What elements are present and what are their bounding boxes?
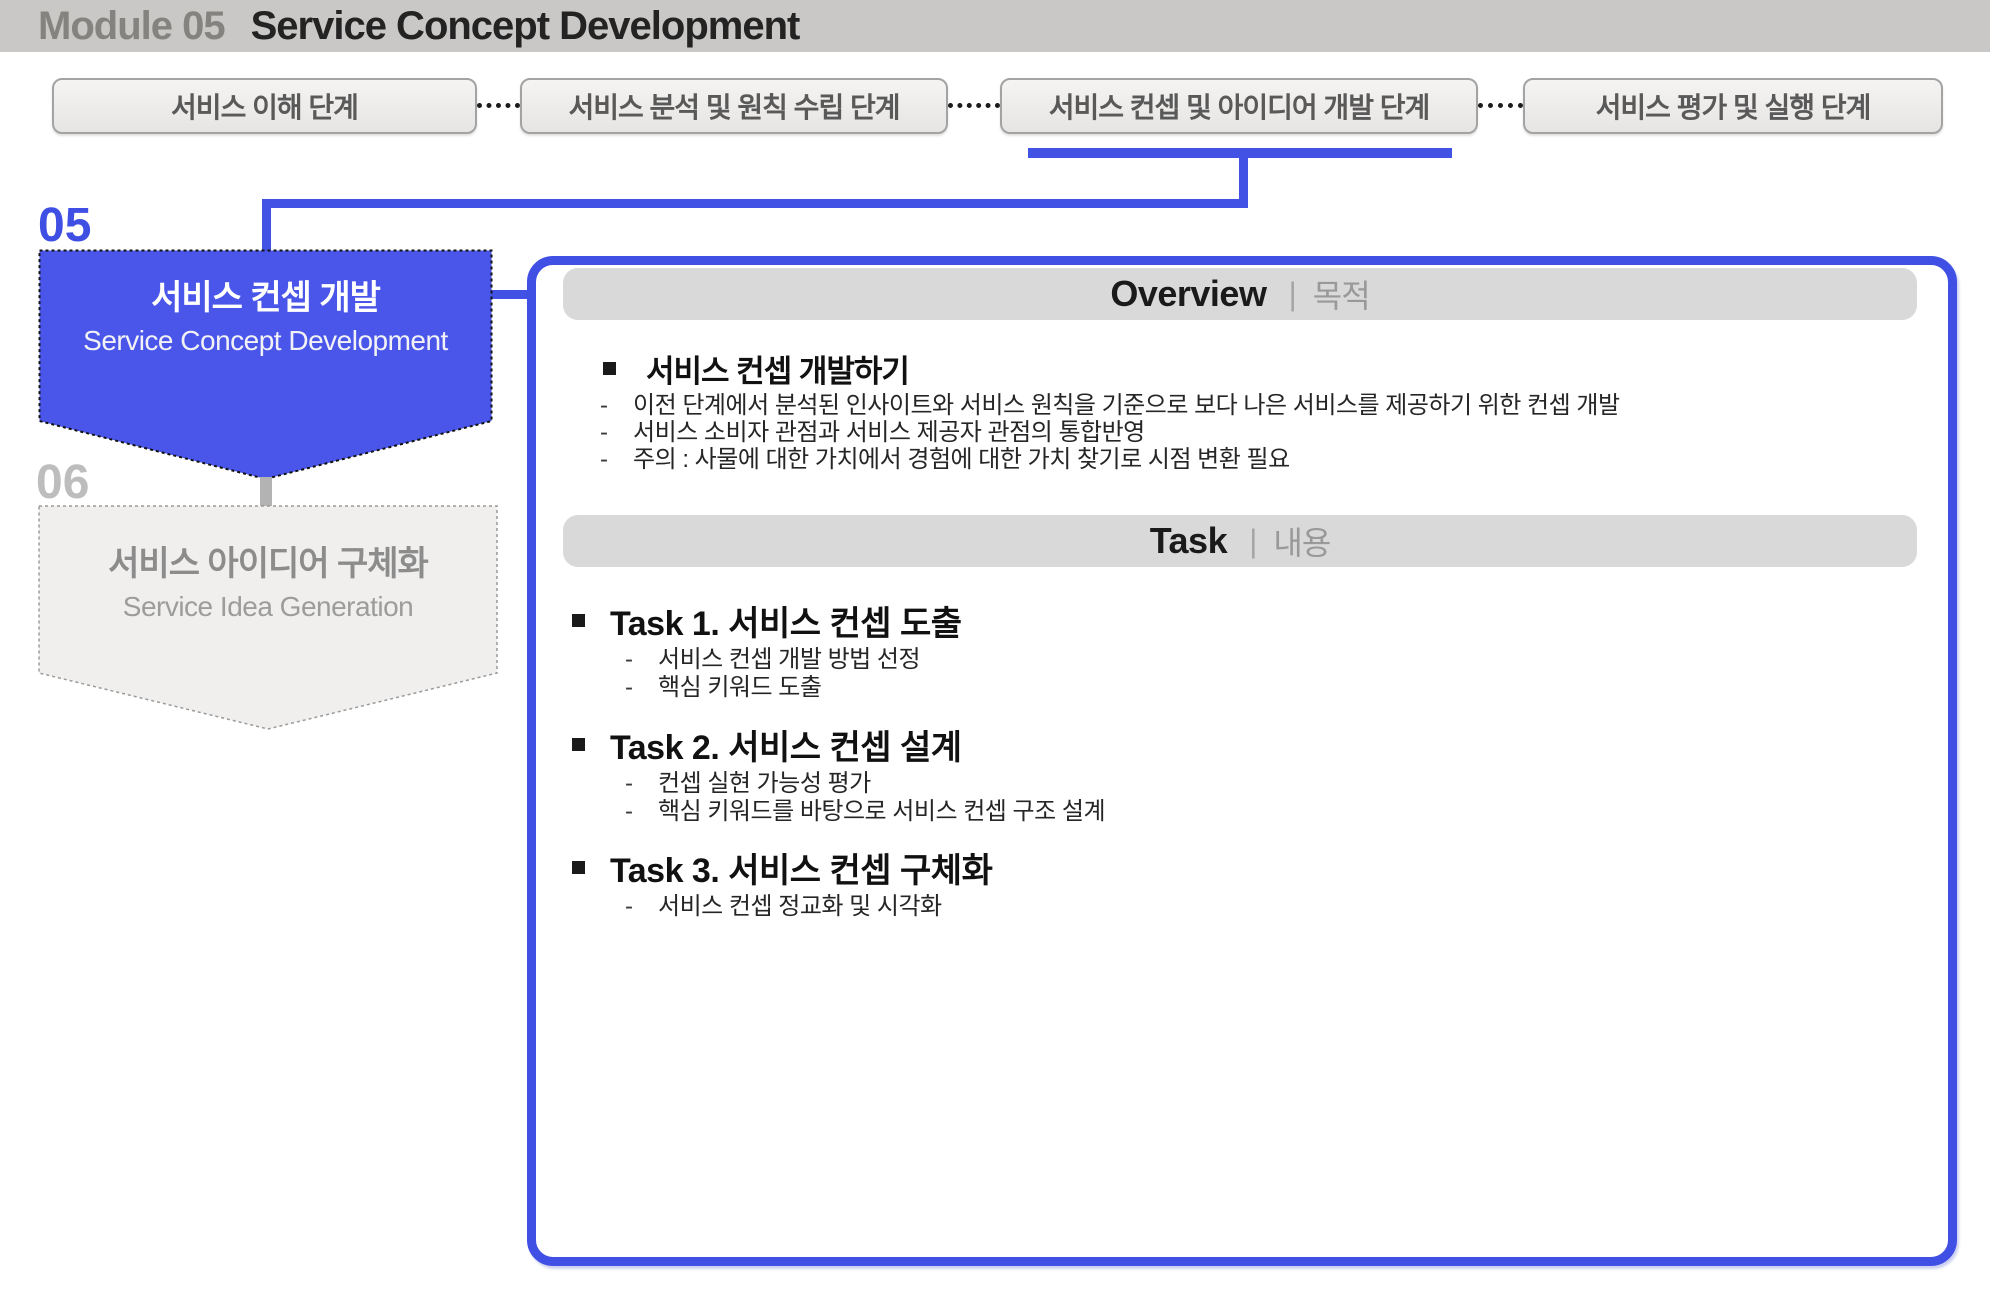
stage-tab-label: 서비스 이해 단계 — [171, 92, 359, 123]
task-1-item-list: - 서비스 컨셉 개발 방법 선정 - 핵심 키워드 도출 — [625, 646, 1825, 702]
overview-item-text: 주의 : 사물에 대한 가치에서 경험에 대한 가치 찾기로 시점 변환 필요 — [633, 446, 1290, 473]
dotted-connector — [948, 103, 1000, 108]
dash-marker: - — [625, 646, 633, 673]
module-06-banner: 서비스 아이디어 구체화 Service Idea Generation — [38, 536, 498, 623]
dotted-connector — [1478, 103, 1523, 108]
task-subheading: 내용 — [1273, 525, 1331, 561]
task-item-text: 핵심 키워드 도출 — [658, 674, 822, 701]
task-2-title: Task 2. 서비스 컨셉 설계 — [610, 729, 962, 767]
overview-heading: Overview — [1110, 273, 1267, 314]
overview-item: - 이전 단계에서 분석된 인사이트와 서비스 원칙을 기준으로 보다 나은 서… — [600, 392, 1900, 419]
slide: Module 05 Service Concept Development 서비… — [0, 0, 1990, 1309]
overview-item: - 서비스 소비자 관점과 서비스 제공자 관점의 통합반영 — [600, 419, 1900, 446]
dash-marker: - — [625, 770, 633, 797]
task-1-title: Task 1. 서비스 컨셉 도출 — [610, 605, 962, 643]
module-number-label: Module 05 — [38, 3, 226, 48]
task-item: - 핵심 키워드를 바탕으로 서비스 컨셉 구조 설계 — [625, 798, 1825, 826]
task-2-item-list: - 컨셉 실현 가능성 평가 - 핵심 키워드를 바탕으로 서비스 컨셉 구조 … — [625, 770, 1825, 826]
dash-marker: - — [600, 446, 608, 473]
stage-tab-evaluation: 서비스 평가 및 실행 단계 — [1523, 78, 1943, 134]
stage-tab-analysis: 서비스 분석 및 원칙 수립 단계 — [520, 78, 948, 134]
task-3-title: Task 3. 서비스 컨셉 구체화 — [610, 852, 993, 890]
dash-marker: - — [600, 419, 608, 446]
task-item: - 서비스 컨셉 개발 방법 선정 — [625, 646, 1825, 674]
page-title: Service Concept Development — [250, 3, 801, 48]
module-06-title-ko: 서비스 아이디어 구체화 — [108, 545, 429, 583]
task-section-bar: Task | 내용 — [563, 515, 1917, 567]
task-2-heading-row: Task 2. 서비스 컨셉 설계 — [572, 720, 962, 769]
overview-bullet-title: 서비스 컨셉 개발하기 — [646, 354, 910, 389]
task-item: - 서비스 컨셉 정교화 및 시각화 — [625, 893, 1825, 921]
overview-subheading: 목적 — [1312, 278, 1371, 314]
dash-marker: - — [625, 893, 633, 920]
task-item-text: 서비스 컨셉 개발 방법 선정 — [658, 646, 921, 673]
square-bullet-icon — [572, 614, 585, 627]
overview-section-bar: Overview | 목적 — [563, 268, 1917, 320]
dash-marker: - — [625, 798, 633, 825]
module-06-title-en: Service Idea Generation — [122, 591, 414, 622]
dash-marker: - — [625, 674, 633, 701]
task-item-text: 컨셉 실현 가능성 평가 — [658, 770, 871, 797]
connector-vertical — [262, 206, 271, 252]
module-05-title-en: Service Concept Development — [83, 325, 448, 356]
task-heading: Task — [1149, 520, 1228, 561]
stage-tab-concept-active: 서비스 컨셉 및 아이디어 개발 단계 — [1000, 78, 1478, 134]
connector-horizontal — [262, 199, 1248, 208]
overview-bullet-row: 서비스 컨셉 개발하기 — [603, 346, 910, 391]
task-3-item-list: - 서비스 컨셉 정교화 및 시각화 — [625, 893, 1825, 921]
module-05-banner: 서비스 컨셉 개발 Service Concept Development — [38, 270, 493, 357]
task-1-heading-row: Task 1. 서비스 컨셉 도출 — [572, 596, 962, 645]
stage-tab-label: 서비스 컨셉 및 아이디어 개발 단계 — [1048, 92, 1431, 123]
heading-divider: | — [1249, 522, 1258, 559]
module-06-number: 06 — [36, 456, 90, 509]
connector-stem — [260, 477, 272, 507]
task-3-heading-row: Task 3. 서비스 컨셉 구체화 — [572, 843, 993, 892]
task-item-text: 서비스 컨셉 정교화 및 시각화 — [658, 893, 942, 920]
slide-header: Module 05 Service Concept Development — [0, 0, 1990, 52]
stage-tab-label: 서비스 분석 및 원칙 수립 단계 — [568, 92, 900, 123]
stage-tab-label: 서비스 평가 및 실행 단계 — [1595, 92, 1872, 123]
dash-marker: - — [600, 392, 608, 419]
task-item: - 핵심 키워드 도출 — [625, 674, 1825, 702]
square-bullet-icon — [572, 861, 585, 874]
square-bullet-icon — [603, 362, 616, 375]
square-bullet-icon — [572, 738, 585, 751]
dotted-connector — [477, 103, 520, 108]
overview-item-text: 서비스 소비자 관점과 서비스 제공자 관점의 통합반영 — [633, 419, 1145, 446]
overview-item-list: - 이전 단계에서 분석된 인사이트와 서비스 원칙을 기준으로 보다 나은 서… — [600, 392, 1900, 473]
stage-tab-understand: 서비스 이해 단계 — [52, 78, 477, 134]
heading-divider: | — [1288, 275, 1297, 312]
overview-item-text: 이전 단계에서 분석된 인사이트와 서비스 원칙을 기준으로 보다 나은 서비스… — [633, 392, 1620, 419]
task-item: - 컨셉 실현 가능성 평가 — [625, 770, 1825, 798]
overview-item: - 주의 : 사물에 대한 가치에서 경험에 대한 가치 찾기로 시점 변환 필… — [600, 446, 1900, 473]
task-item-text: 핵심 키워드를 바탕으로 서비스 컨셉 구조 설계 — [658, 798, 1106, 825]
module-05-title-ko: 서비스 컨셉 개발 — [151, 279, 381, 317]
module-05-number: 05 — [38, 199, 92, 252]
